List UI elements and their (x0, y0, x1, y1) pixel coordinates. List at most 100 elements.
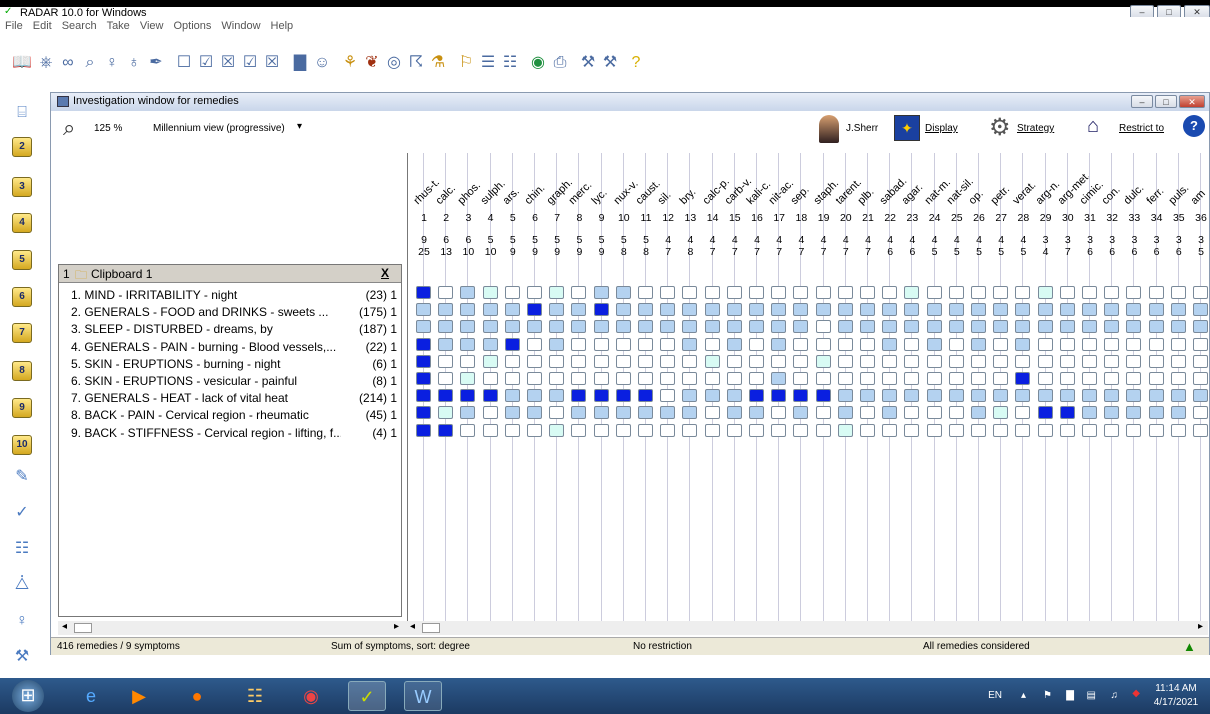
grade-cell[interactable] (1193, 286, 1208, 299)
grade-cell[interactable] (815, 286, 831, 299)
grade-cell[interactable] (1037, 406, 1053, 420)
grade-cell[interactable] (438, 406, 454, 420)
grade-cell[interactable] (993, 423, 1009, 437)
inv-minimize-button[interactable]: – (1131, 95, 1153, 108)
clipboard-1-icon[interactable]: ☑ (196, 53, 216, 73)
grade-cell[interactable] (482, 389, 498, 403)
grade-cell[interactable] (993, 320, 1009, 334)
grade-cell[interactable] (837, 406, 853, 420)
grade-cell[interactable] (948, 389, 964, 403)
grade-cell[interactable] (948, 337, 964, 351)
grade-cell[interactable] (504, 337, 520, 351)
grade-cell[interactable] (793, 406, 809, 420)
grade-cell[interactable] (904, 372, 920, 385)
grade-cell[interactable] (615, 320, 631, 334)
grade-cell[interactable] (1148, 389, 1164, 403)
grade-cell[interactable] (882, 406, 898, 420)
bar-chart-icon[interactable]: ▇ (290, 53, 310, 73)
grade-cell[interactable] (837, 337, 853, 351)
grade-cell[interactable] (682, 337, 698, 351)
bulb-plus-icon[interactable]: ♁ (124, 53, 144, 73)
grade-cell[interactable] (593, 406, 609, 420)
grade-cell[interactable] (926, 372, 942, 385)
grade-cell[interactable] (593, 337, 609, 351)
grade-cell[interactable] (1015, 406, 1031, 420)
grade-cell[interactable] (971, 372, 986, 385)
grade-cell[interactable] (771, 303, 787, 317)
menu-take[interactable]: Take (102, 17, 135, 35)
grade-cell[interactable] (948, 286, 964, 299)
notebook-icon[interactable]: ⌸ (12, 103, 32, 123)
grade-cell[interactable] (926, 423, 942, 437)
symptom-row[interactable]: 3. SLEEP - DISTURBED - dreams, by (187) 1 (71, 321, 401, 337)
grade-cell[interactable] (793, 320, 809, 334)
grade-cell[interactable] (1170, 286, 1186, 299)
grade-cell[interactable] (749, 354, 764, 368)
clipboard-icon[interactable]: ☐ (174, 53, 194, 73)
grade-cell[interactable] (1170, 423, 1186, 437)
shell-icon[interactable]: ❦ (362, 53, 382, 73)
pen-icon[interactable]: ✎ (12, 467, 32, 487)
grade-cell[interactable] (926, 389, 942, 403)
grade-cell[interactable] (704, 406, 720, 420)
vial-icon[interactable]: ⚐ (456, 53, 476, 73)
grade-cell[interactable] (682, 423, 698, 437)
grade-cell[interactable] (1126, 372, 1142, 385)
binoculars-icon[interactable]: ⎈ (36, 53, 56, 73)
display-button[interactable]: Display (925, 123, 958, 134)
grade-cell[interactable] (1037, 372, 1053, 385)
grade-cell[interactable] (1082, 337, 1097, 351)
grade-cell[interactable] (1193, 372, 1208, 385)
grade-cell[interactable] (704, 286, 720, 299)
menu-edit[interactable]: Edit (28, 17, 57, 35)
grade-cell[interactable] (682, 389, 698, 403)
grade-cell[interactable] (1148, 423, 1164, 437)
menu-window[interactable]: Window (216, 17, 265, 35)
grade-cell[interactable] (1104, 303, 1120, 317)
grade-cell[interactable] (882, 389, 898, 403)
grade-cell[interactable] (926, 286, 942, 299)
grade-cell[interactable] (549, 423, 565, 437)
grade-cell[interactable] (549, 406, 565, 420)
grade-cell[interactable] (793, 286, 809, 299)
volume-icon[interactable]: ♫ (1111, 690, 1119, 701)
grade-cell[interactable] (416, 337, 431, 351)
grade-cell[interactable] (1059, 337, 1075, 351)
grade-cell[interactable] (615, 372, 631, 385)
clipboard-4-icon[interactable]: ☒ (262, 53, 282, 73)
grade-cell[interactable] (704, 320, 720, 334)
strategy-button[interactable]: Strategy (1017, 123, 1054, 134)
grade-cell[interactable] (571, 389, 587, 403)
symptom-row[interactable]: 1. MIND - IRRITABILITY - night (23) 1 (71, 287, 401, 303)
grade-cell[interactable] (882, 337, 898, 351)
grade-cell[interactable] (549, 320, 565, 334)
grade-cell[interactable] (438, 337, 454, 351)
grade-cell[interactable] (904, 286, 920, 299)
device-icon[interactable]: ▤ (1087, 690, 1096, 701)
grade-cell[interactable] (460, 389, 476, 403)
grade-cell[interactable] (926, 337, 942, 351)
remedy-name[interactable]: ferr. (1144, 185, 1166, 207)
grade-cell[interactable] (660, 406, 676, 420)
grade-cell[interactable] (904, 389, 920, 403)
symptom-row[interactable]: 7. GENERALS - HEAT - lack of vital heat (… (71, 390, 401, 406)
grade-cell[interactable] (549, 389, 565, 403)
grade-cell[interactable] (815, 406, 831, 420)
grade-cell[interactable] (971, 337, 986, 351)
grade-cell[interactable] (771, 406, 787, 420)
grade-cell[interactable] (549, 354, 565, 368)
grade-cell[interactable] (948, 320, 964, 334)
hint-icon[interactable]: ♀ (12, 611, 32, 631)
grade-cell[interactable] (837, 320, 853, 334)
clock-time[interactable]: 11:14 AM (1150, 683, 1202, 694)
grade-cell[interactable] (860, 337, 875, 351)
help-question-icon[interactable]: ? (626, 53, 646, 73)
grade-cell[interactable] (638, 354, 653, 368)
grade-cell[interactable] (416, 286, 431, 299)
grade-cell[interactable] (1015, 337, 1031, 351)
grade-cell[interactable] (416, 354, 431, 368)
grade-cell[interactable] (1059, 423, 1075, 437)
grade-cell[interactable] (438, 423, 454, 437)
grade-cell[interactable] (527, 389, 542, 403)
grade-cell[interactable] (660, 389, 676, 403)
